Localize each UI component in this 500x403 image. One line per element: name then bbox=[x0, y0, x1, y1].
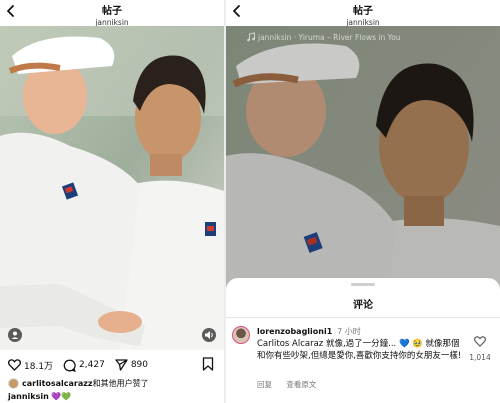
back-icon[interactable] bbox=[4, 4, 18, 18]
share-icon bbox=[115, 359, 128, 371]
post-view-right: 帖子 janniksin janniksin · Yiruma – River … bbox=[226, 0, 500, 403]
like-button[interactable]: 18.1万 bbox=[8, 359, 53, 372]
post-actions: 18.1万 2,427 890 bbox=[8, 357, 158, 373]
heart-icon[interactable] bbox=[474, 336, 486, 347]
page-title: 帖子 bbox=[102, 6, 122, 17]
reply-button[interactable]: 回复 bbox=[257, 380, 272, 389]
divider bbox=[226, 317, 500, 318]
comment-text: Carlitos Alcaraz 就像,過了一分鐘... 💙 🥹 就像那個和你有… bbox=[257, 339, 462, 361]
liked-by-text: 和其他用户赞了 bbox=[92, 379, 149, 388]
comment-button[interactable]: 2,427 bbox=[63, 359, 105, 372]
comment-icon bbox=[63, 359, 76, 372]
avatar bbox=[8, 378, 19, 389]
comment-username[interactable]: lorenzobaglioni1 bbox=[257, 327, 332, 336]
mute-icon[interactable] bbox=[202, 328, 216, 342]
comment-time: 7 小时 bbox=[337, 327, 361, 336]
sheet-grab-handle[interactable] bbox=[351, 283, 375, 286]
like-count: 18.1万 bbox=[24, 361, 54, 372]
avatar[interactable] bbox=[232, 326, 250, 344]
bookmark-icon[interactable] bbox=[202, 357, 214, 371]
post-header: 帖子 janniksin bbox=[0, 0, 224, 27]
caption-user[interactable]: janniksin bbox=[8, 392, 49, 401]
page-title: 帖子 bbox=[353, 6, 373, 17]
post-view-left: 帖子 janniksin 18.1万 2,427 890 carlitosalc… bbox=[0, 0, 224, 403]
comment-count: 2,427 bbox=[79, 360, 105, 370]
post-caption: janniksin 💜💚 bbox=[8, 392, 71, 401]
caption-text: 💜💚 bbox=[48, 392, 72, 401]
comment-footer: 回复 查看原文 bbox=[257, 379, 328, 390]
heart-icon bbox=[8, 359, 21, 371]
share-count: 890 bbox=[130, 360, 148, 370]
comment-like-count: 1,014 bbox=[469, 353, 491, 362]
comments-title: 评论 bbox=[353, 300, 373, 311]
profile-tag-icon[interactable] bbox=[8, 328, 22, 342]
comments-sheet: 评论 lorenzobaglioni1 7 小时 Carlitos Alcara… bbox=[226, 278, 500, 403]
back-icon[interactable] bbox=[230, 4, 244, 18]
share-button[interactable]: 890 bbox=[115, 359, 148, 371]
liked-by-user[interactable]: carlitosalcarazz bbox=[22, 379, 93, 388]
post-header: 帖子 janniksin bbox=[226, 0, 500, 27]
post-photo[interactable] bbox=[0, 26, 224, 350]
music-icon bbox=[247, 32, 255, 42]
see-original-button[interactable]: 查看原文 bbox=[286, 380, 316, 389]
music-label[interactable]: janniksin · Yiruma – River Flows in You bbox=[258, 33, 401, 42]
liked-by-line[interactable]: carlitosalcarazz 和其他用户赞了 bbox=[8, 378, 149, 389]
comment-header: lorenzobaglioni1 7 小时 bbox=[257, 326, 361, 337]
